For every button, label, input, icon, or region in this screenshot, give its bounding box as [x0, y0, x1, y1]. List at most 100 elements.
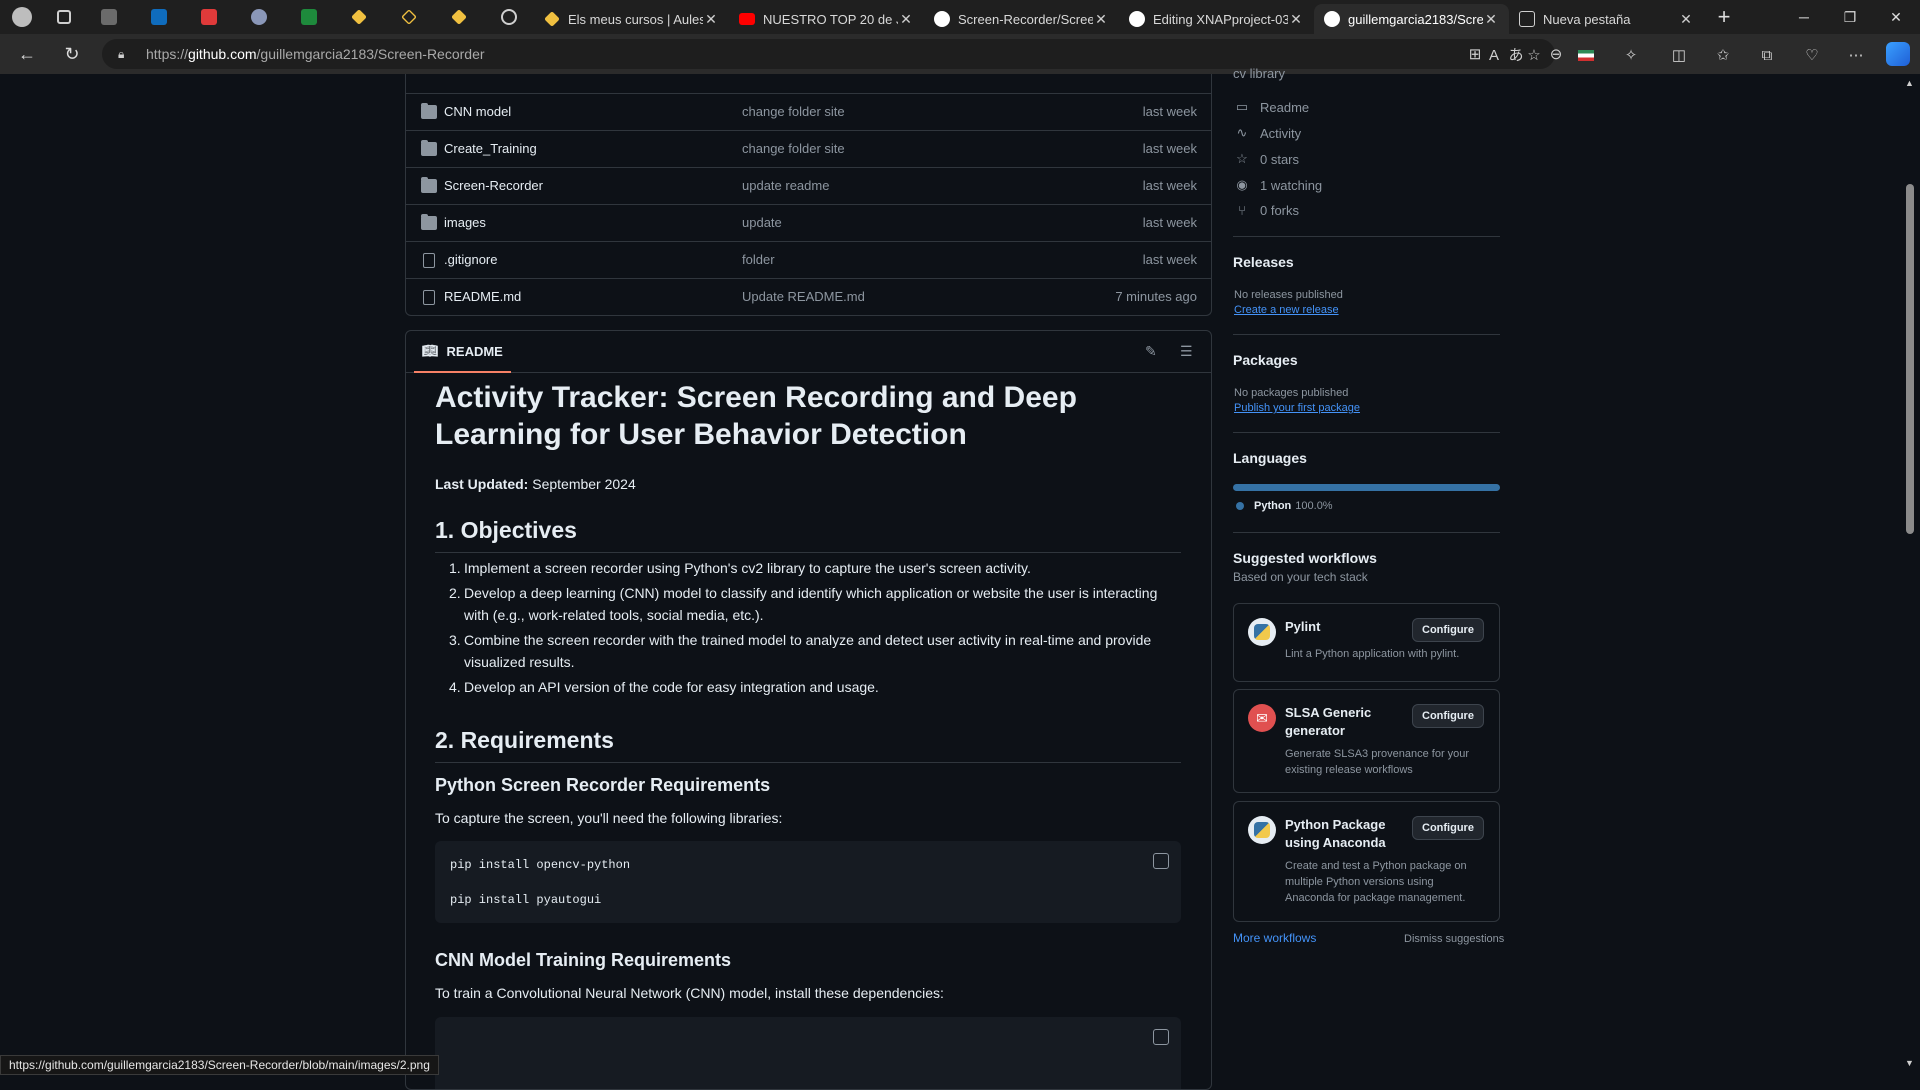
configure-button[interactable]: Configure [1412, 816, 1484, 840]
sidebar-link-forks[interactable]: ⑂ 0 forks [1234, 203, 1299, 218]
commit-message-link[interactable]: change folder site [742, 104, 845, 119]
sidebar-link-readme[interactable]: ▭ Readme [1234, 99, 1309, 115]
file-row-screen-recorder[interactable]: Screen-Recorder update readme last week [406, 167, 1211, 204]
language-entry-python[interactable]: Python 100.0% [1236, 500, 1333, 512]
close-icon[interactable]: ✕ [898, 11, 914, 28]
browser-essentials-icon[interactable]: ♡ [1801, 44, 1823, 66]
tab-title: Editing XNAPproject-03/ [1153, 11, 1288, 27]
file-row-create-training[interactable]: Create_Training change folder site last … [406, 130, 1211, 167]
pinned-tab-4[interactable] [234, 0, 284, 34]
copy-icon[interactable] [1153, 1029, 1169, 1045]
file-row-images[interactable]: images update last week [406, 204, 1211, 241]
settings-more-icon[interactable]: ⋯ [1845, 44, 1867, 66]
close-icon[interactable]: ✕ [1678, 11, 1694, 28]
pinned-tab-outlook[interactable] [134, 0, 184, 34]
close-icon[interactable]: ✕ [703, 11, 719, 28]
zoom-out-icon[interactable]: ⊖ [1545, 43, 1567, 65]
file-name-link[interactable]: .gitignore [444, 252, 497, 267]
new-tab-plus-icon[interactable]: + [1704, 0, 1744, 34]
file-name-link[interactable]: CNN model [444, 104, 511, 119]
pinned-tab-6[interactable] [334, 0, 384, 34]
pinned-tab-3[interactable] [184, 0, 234, 34]
configure-button[interactable]: Configure [1412, 704, 1484, 728]
workspaces-icon[interactable] [44, 0, 84, 34]
extension-flag-icon[interactable] [1575, 44, 1597, 66]
pinned-tab-1[interactable] [84, 0, 134, 34]
releases-heading[interactable]: Releases [1233, 254, 1294, 270]
extensions-icon[interactable]: ✧ [1620, 44, 1642, 66]
commit-time: last week [1142, 178, 1197, 193]
workflow-title: SLSA Generic generator [1285, 705, 1372, 738]
close-icon[interactable]: ✕ [1483, 11, 1499, 28]
workflow-card-pylint: Pylint Lint a Python application with py… [1233, 603, 1500, 682]
scroll-down-arrow-icon[interactable]: ▼ [1905, 1058, 1914, 1068]
window-close-button[interactable]: ✕ [1872, 0, 1920, 34]
commit-message-link[interactable]: update [742, 215, 782, 230]
file-name-link[interactable]: Create_Training [444, 141, 537, 156]
file-name-link[interactable]: Screen-Recorder [444, 178, 543, 193]
read-aloud-icon[interactable]: A [1483, 44, 1505, 66]
pinned-tab-8[interactable] [434, 0, 484, 34]
pinned-tab-7[interactable] [384, 0, 434, 34]
tab-title: NUESTRO TOP 20 de JUG [763, 11, 898, 27]
copy-icon[interactable] [1153, 853, 1169, 869]
commit-message-link[interactable]: change folder site [742, 141, 845, 156]
pinned-tab-9[interactable] [484, 0, 534, 34]
last-updated: Last Updated: September 2024 [435, 476, 636, 492]
scrollbar-thumb[interactable] [1906, 184, 1914, 534]
configure-button[interactable]: Configure [1412, 618, 1484, 642]
new-tab-page-icon [1519, 11, 1535, 27]
file-name-link[interactable]: README.md [444, 289, 521, 304]
divider [1233, 236, 1500, 237]
language-bar [1233, 484, 1500, 491]
copilot-icon[interactable] [1886, 42, 1910, 66]
tab-guillemgarcia-active[interactable]: guillemgarcia2183/Screen ✕ [1314, 4, 1509, 34]
page-scrollbar[interactable]: ▲ ▼ [1900, 74, 1920, 1072]
address-bar[interactable]: 🔒︎ https://github.com/guillemgarcia2183/… [102, 39, 1562, 69]
publish-package-link[interactable]: Publish your first package [1234, 402, 1360, 414]
more-workflows-link[interactable]: More workflows [1233, 931, 1316, 945]
scroll-up-arrow-icon[interactable]: ▲ [1905, 78, 1914, 88]
file-name-link[interactable]: images [444, 215, 486, 230]
code-line: pip install pyautogui [450, 893, 602, 907]
packages-heading[interactable]: Packages [1233, 352, 1298, 368]
outline-list-icon[interactable]: ☰ [1180, 343, 1198, 361]
sidebar-link-activity[interactable]: ∿ Activity [1234, 125, 1302, 141]
tab-editing[interactable]: Editing XNAPproject-03/ ✕ [1119, 4, 1314, 34]
back-arrow-icon[interactable]: ← [12, 40, 42, 68]
reload-icon[interactable]: ↻ [57, 40, 87, 68]
dismiss-suggestions-link[interactable]: Dismiss suggestions [1404, 933, 1504, 945]
folder-icon [421, 214, 437, 230]
favorites-icon[interactable]: ✩ [1712, 44, 1734, 66]
split-screen-icon[interactable]: ◫ [1668, 44, 1690, 66]
profile-icon[interactable] [0, 0, 44, 34]
file-row-readme[interactable]: README.md Update README.md 7 minutes ago [406, 278, 1211, 315]
pencil-edit-icon[interactable]: ✎ [1145, 343, 1163, 361]
favorite-star-icon[interactable]: ☆ [1523, 44, 1545, 66]
tab-readme[interactable]: 📖︎ README [414, 331, 511, 373]
commit-message-link[interactable]: update readme [742, 178, 829, 193]
close-icon[interactable]: ✕ [1288, 11, 1304, 28]
sidebar-link-stars[interactable]: ☆ 0 stars [1234, 151, 1299, 167]
collections-icon[interactable]: ⧉ [1756, 44, 1778, 66]
file-row-cnn-model[interactable]: CNN model change folder site last week [406, 93, 1211, 130]
folder-icon [421, 140, 437, 156]
workflow-title: Python Package using Anaconda [1285, 817, 1386, 850]
minimize-button[interactable]: ─ [1780, 0, 1828, 34]
restore-button[interactable]: ❐ [1826, 0, 1874, 34]
file-row-gitignore[interactable]: .gitignore folder last week [406, 241, 1211, 278]
pulse-icon: ∿ [1236, 125, 1248, 140]
commit-message-link[interactable]: Update README.md [742, 289, 865, 304]
tab-youtube[interactable]: NUESTRO TOP 20 de JUG ✕ [729, 4, 924, 34]
close-icon[interactable]: ✕ [1093, 11, 1109, 28]
tab-new[interactable]: Nueva pestaña ✕ [1509, 4, 1704, 34]
sidebar-link-watching[interactable]: ◉ 1 watching [1234, 177, 1322, 193]
tab-aules[interactable]: Els meus cursos | Aules de ✕ [534, 4, 729, 34]
file-icon [423, 290, 435, 305]
create-release-link[interactable]: Create a new release [1234, 304, 1339, 316]
tab-title: Screen-Recorder/Screen- [958, 11, 1093, 27]
tab-screen-recorder[interactable]: Screen-Recorder/Screen- ✕ [924, 4, 1119, 34]
commit-message-link[interactable]: folder [742, 252, 775, 267]
pinned-tab-5[interactable] [284, 0, 334, 34]
list-item: 3. Combine the screen recorder with the t… [449, 632, 1152, 670]
